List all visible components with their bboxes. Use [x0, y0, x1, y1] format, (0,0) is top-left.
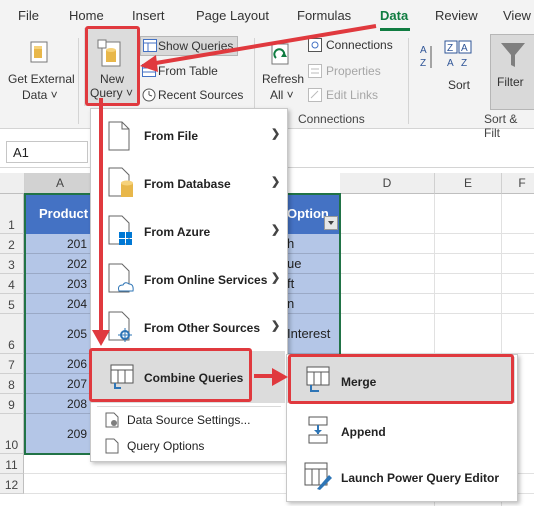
arrow-head-new-query	[140, 55, 158, 72]
arrow-to-new-query	[149, 24, 377, 66]
arrow-head-combine-queries	[92, 330, 110, 346]
arrow-head-merge	[272, 368, 288, 386]
annotation-arrows	[92, 24, 377, 386]
